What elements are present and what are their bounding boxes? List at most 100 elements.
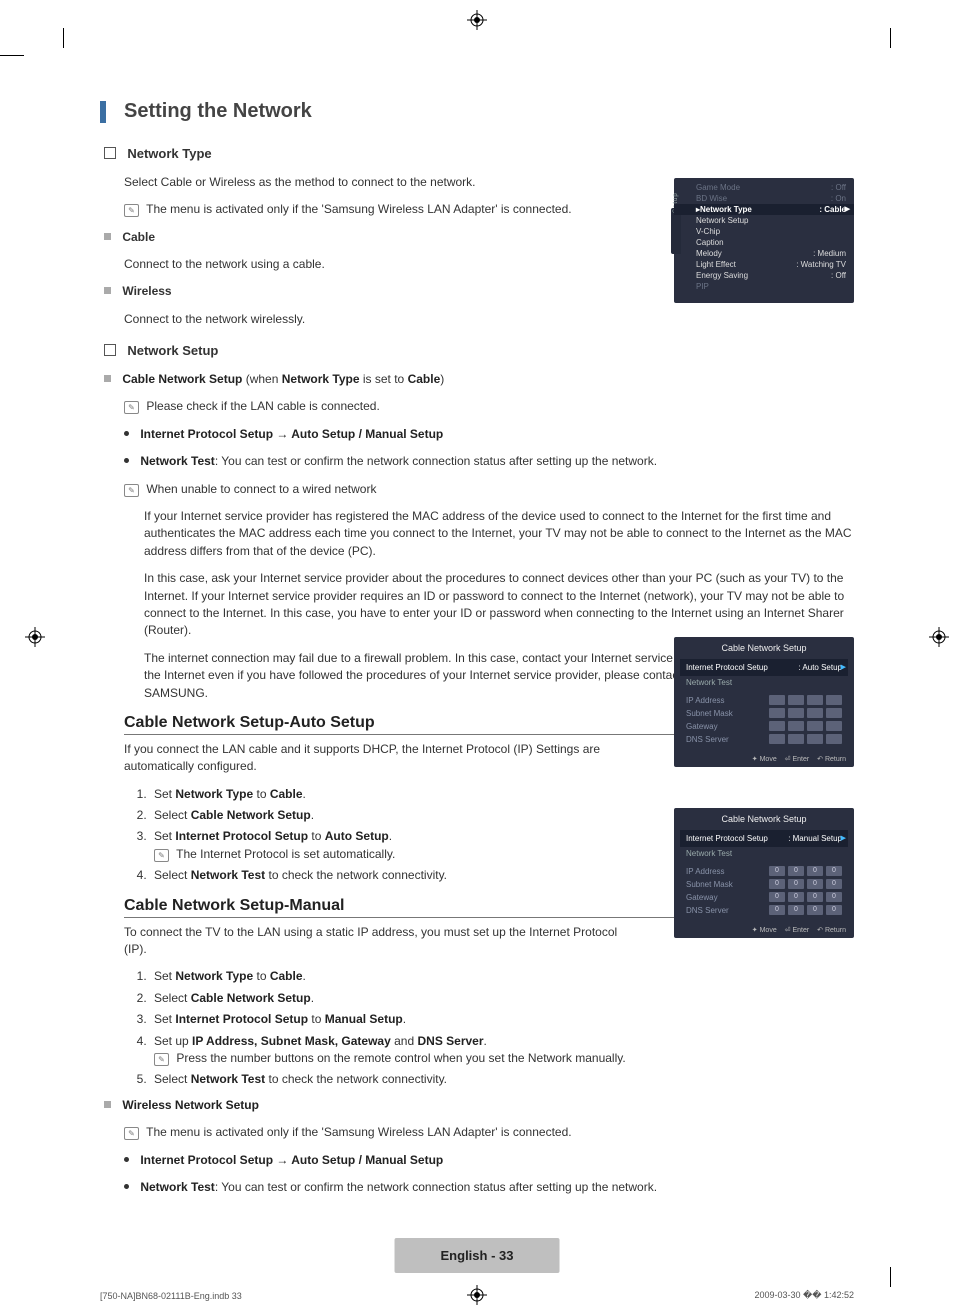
- bullet-icon: [124, 1184, 129, 1189]
- heading-text: Network Type: [127, 146, 211, 161]
- menu-row: ▸Network Type: Cable: [674, 204, 854, 215]
- text: is set to: [360, 372, 408, 386]
- registration-mark-icon: [467, 1285, 487, 1305]
- bullet-row: Network Test: You can test or confirm th…: [124, 1179, 854, 1196]
- network-type-heading: Network Type: [104, 145, 854, 164]
- section-title-bar: Setting the Network: [100, 100, 854, 123]
- menu-row: BD Wise: On: [674, 193, 854, 204]
- text: : You can test or confirm the network co…: [215, 1180, 657, 1194]
- text: Internet Protocol Setup → Auto Setup / M…: [140, 1153, 443, 1167]
- square-bullet-icon: [104, 147, 116, 159]
- ip-row: Subnet Mask0000: [686, 879, 842, 889]
- small-square-icon: [104, 1101, 111, 1108]
- bullet-row: Internet Protocol Setup → Auto Setup / M…: [124, 1152, 854, 1169]
- text: Cable: [408, 372, 441, 386]
- crop-mark: [890, 28, 891, 48]
- ip-row: DNS Server: [686, 734, 842, 744]
- menu-row: PIP: [674, 281, 854, 292]
- text: (when: [242, 372, 281, 386]
- body-text: Connect to the network wirelessly.: [124, 311, 854, 328]
- hint-return: ↶ Return: [817, 927, 846, 934]
- value: : Auto Setup: [798, 663, 842, 672]
- panel-footer: ✦ Move ⏎ Enter ↶ Return: [746, 926, 846, 934]
- menu-row: Light Effect: Watching TV: [674, 259, 854, 270]
- note-icon: ✎: [124, 484, 139, 497]
- bullet-icon: [124, 1157, 129, 1162]
- note-text: Please check if the LAN cable is connect…: [146, 399, 379, 413]
- subheading-text: Wireless: [122, 284, 171, 298]
- registration-mark-icon: [25, 627, 45, 647]
- ip-row: IP Address0000: [686, 866, 842, 876]
- bullet-icon: [124, 458, 129, 463]
- osd-cable-auto: Cable Network Setup Internet Protocol Se…: [674, 637, 854, 767]
- numbered-list: Set Network Type to Cable. Select Cable …: [100, 968, 854, 1088]
- menu-row: Melody: Medium: [674, 248, 854, 259]
- print-footer-right: 2009-03-30 �� 1:42:52: [754, 1290, 854, 1301]
- crop-mark: [890, 1267, 891, 1287]
- square-bullet-icon: [104, 344, 116, 356]
- menu-row: Energy Saving: Off: [674, 270, 854, 281]
- note-text: The menu is activated only if the 'Samsu…: [146, 1125, 571, 1139]
- list-item: Set up IP Address, Subnet Mask, Gateway …: [150, 1033, 854, 1068]
- panel-link: Network Test: [686, 849, 842, 858]
- note-row: ✎ Please check if the LAN cable is conne…: [124, 398, 854, 415]
- list-item: Set Network Type to Cable.: [150, 786, 854, 803]
- subheading-text: Cable Network Setup: [122, 372, 242, 386]
- small-square-icon: [104, 375, 111, 382]
- print-footer-left: [750-NA]BN68-02111B-Eng.indb 33: [100, 1291, 242, 1301]
- hint-move: ✦ Move: [752, 756, 777, 763]
- bullet-row: Internet Protocol Setup → Auto Setup / M…: [124, 426, 854, 443]
- subheading-text: Cable: [122, 230, 155, 244]
- panel-selected-row: Internet Protocol Setup : Manual Setup: [680, 830, 848, 847]
- note-icon: ✎: [154, 849, 169, 862]
- hint-enter: ⏎ Enter: [785, 756, 810, 763]
- text: Network Type: [282, 372, 360, 386]
- small-square-icon: [104, 287, 111, 294]
- text: Network Test: [140, 1180, 214, 1194]
- bullet-icon: [124, 431, 129, 436]
- note-icon: ✎: [154, 1053, 169, 1066]
- wireless-network-setup-heading: Wireless Network Setup: [104, 1097, 854, 1114]
- text: : You can test or confirm the network co…: [215, 454, 657, 468]
- body-text: In this case, ask your Internet service …: [144, 570, 854, 640]
- bullet-row: Network Test: You can test or confirm th…: [124, 453, 854, 470]
- small-square-icon: [104, 233, 111, 240]
- subsection-heading: Cable Network Setup-Manual: [124, 897, 714, 918]
- network-setup-heading: Network Setup: [104, 342, 854, 361]
- text: Internet Protocol Setup → Auto Setup / M…: [140, 427, 443, 441]
- ip-row: Subnet Mask: [686, 708, 842, 718]
- subheading-text: Wireless Network Setup: [122, 1098, 259, 1112]
- osd-cable-manual: Cable Network Setup Internet Protocol Se…: [674, 808, 854, 938]
- title-accent: [100, 101, 106, 123]
- panel-footer: ✦ Move ⏎ Enter ↶ Return: [746, 755, 846, 763]
- value: : Manual Setup: [788, 834, 842, 843]
- panel-title: Cable Network Setup: [674, 637, 854, 659]
- registration-mark-icon: [467, 10, 487, 30]
- ip-row: Gateway0000: [686, 892, 842, 902]
- note-icon: ✎: [124, 401, 139, 414]
- body-text: If your Internet service provider has re…: [144, 508, 854, 560]
- panel-link: Network Test: [686, 678, 842, 687]
- list-item: Set Internet Protocol Setup to Manual Se…: [150, 1011, 854, 1028]
- ip-row: Gateway: [686, 721, 842, 731]
- hint-return: ↶ Return: [817, 756, 846, 763]
- body-text: If you connect the LAN cable and it supp…: [124, 741, 624, 776]
- note-row: ✎ When unable to connect to a wired netw…: [124, 481, 854, 498]
- list-item: Set Network Type to Cable.: [150, 968, 854, 985]
- ip-row: DNS Server0000: [686, 905, 842, 915]
- ip-row: IP Address: [686, 695, 842, 705]
- heading-text: Network Setup: [127, 343, 218, 358]
- text: Network Test: [140, 454, 214, 468]
- note-icon: ✎: [124, 204, 139, 217]
- crop-mark: [0, 55, 24, 56]
- panel-selected-row: Internet Protocol Setup : Auto Setup: [680, 659, 848, 676]
- hint-enter: ⏎ Enter: [785, 927, 810, 934]
- note-text: When unable to connect to a wired networ…: [146, 482, 376, 496]
- text: ): [440, 372, 444, 386]
- menu-row: Game Mode: Off: [674, 182, 854, 193]
- menu-row: V-Chip: [674, 226, 854, 237]
- label: Internet Protocol Setup: [686, 663, 768, 672]
- cable-network-setup-heading: Cable Network Setup (when Network Type i…: [104, 371, 854, 388]
- label: Internet Protocol Setup: [686, 834, 768, 843]
- menu-row: Network Setup: [674, 215, 854, 226]
